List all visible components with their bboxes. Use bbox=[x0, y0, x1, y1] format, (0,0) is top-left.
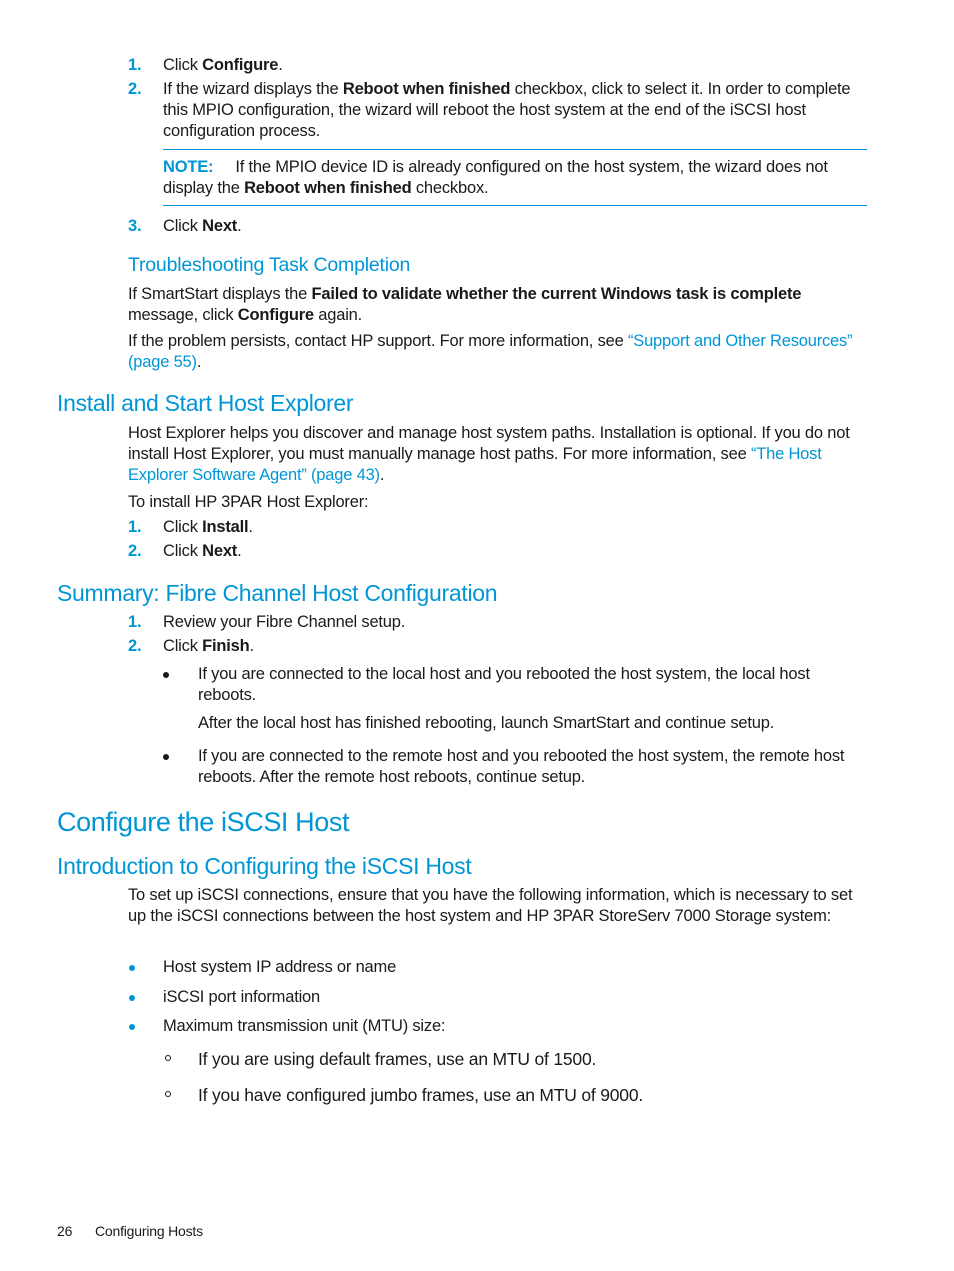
step-text: If the wizard displays the Reboot when f… bbox=[163, 79, 869, 142]
text: . bbox=[379, 466, 385, 484]
bullet-text: If you are connected to the local host a… bbox=[198, 665, 810, 704]
step-text-plain: . bbox=[278, 56, 283, 74]
sub-bullet-icon bbox=[165, 1055, 171, 1061]
step-number: 1. bbox=[128, 613, 142, 631]
ui-term: Next bbox=[202, 542, 238, 560]
step-text-plain: Click bbox=[163, 56, 203, 74]
text: again. bbox=[313, 306, 363, 324]
step-number: 2. bbox=[128, 80, 142, 98]
paragraph: If the problem persists, contact HP supp… bbox=[128, 331, 870, 373]
paragraph: Host Explorer helps you discover and man… bbox=[128, 423, 870, 486]
text: . bbox=[196, 353, 202, 371]
ui-term: Configure bbox=[237, 306, 314, 324]
ui-term: Reboot when finished bbox=[244, 179, 412, 197]
footer-section-title: Configuring Hosts bbox=[95, 1223, 203, 1239]
section-heading: Install and Start Host Explorer bbox=[57, 390, 354, 416]
text: Host Explorer helps you discover and man… bbox=[128, 424, 850, 463]
bullet-icon bbox=[163, 754, 169, 760]
bullet-text: iSCSI port information bbox=[163, 988, 320, 1006]
bullet-text: Host system IP address or name bbox=[163, 958, 397, 976]
text: message, click bbox=[128, 306, 238, 324]
paragraph: If SmartStart displays the Failed to val… bbox=[128, 284, 870, 326]
note-box: NOTE: If the MPIO device ID is already co… bbox=[163, 157, 867, 199]
bullet-icon bbox=[129, 965, 135, 971]
note-top-rule bbox=[163, 149, 867, 150]
ui-term: Install bbox=[202, 518, 249, 536]
step-text-plain: If the wizard displays the bbox=[163, 80, 343, 98]
text: . bbox=[237, 542, 242, 560]
text: Click bbox=[163, 518, 203, 536]
sub-bullet-text: If you have configured jumbo frames, use… bbox=[198, 1085, 644, 1105]
ui-term: Reboot when finished bbox=[342, 80, 511, 98]
sub-bullet-text: If you are using default frames, use an … bbox=[198, 1049, 597, 1069]
step-number: 3. bbox=[128, 217, 142, 235]
step-number: 1. bbox=[128, 518, 142, 536]
step-text-plain: . bbox=[237, 217, 242, 235]
note-text: checkbox. bbox=[411, 179, 489, 197]
bullet-subtext: After the local host has finished reboot… bbox=[198, 714, 775, 732]
page-number: 26 bbox=[57, 1223, 73, 1239]
step-text: Click Next. bbox=[163, 541, 869, 562]
text: . bbox=[248, 518, 253, 536]
ui-term: Next bbox=[202, 217, 238, 235]
note-bottom-rule bbox=[163, 205, 867, 206]
sub-bullet-icon bbox=[165, 1091, 171, 1097]
text: Click bbox=[163, 542, 203, 560]
text: If SmartStart displays the bbox=[128, 285, 312, 303]
bullet-text: Maximum transmission unit (MTU) size: bbox=[163, 1017, 446, 1035]
section-heading: Introduction to Configuring the iSCSI Ho… bbox=[57, 853, 472, 879]
step-text: Click Install. bbox=[163, 517, 869, 538]
chapter-heading: Configure the iSCSI Host bbox=[57, 807, 350, 837]
bullet-icon bbox=[129, 995, 135, 1001]
section-heading: Summary: Fibre Channel Host Configuratio… bbox=[57, 580, 498, 606]
text: Click bbox=[163, 637, 203, 655]
ui-term: Finish bbox=[202, 637, 250, 655]
step-text: Click Configure. bbox=[163, 55, 869, 76]
text: Review your Fibre Channel setup. bbox=[163, 613, 406, 631]
ui-term: Failed to validate whether the current W… bbox=[311, 285, 802, 303]
step-text: Click Finish. bbox=[163, 636, 869, 657]
paragraph: To set up iSCSI connections, ensure that… bbox=[128, 886, 853, 925]
bullet-icon bbox=[129, 1024, 135, 1030]
text: . bbox=[249, 637, 255, 655]
paragraph: To install HP 3PAR Host Explorer: bbox=[128, 493, 369, 511]
step-text: Review your Fibre Channel setup. bbox=[163, 612, 869, 633]
bullet-text: If you are connected to the remote host … bbox=[198, 747, 845, 786]
step-text-plain: Click bbox=[163, 217, 203, 235]
bullet-icon bbox=[163, 672, 169, 678]
ui-term: Configure bbox=[202, 56, 279, 74]
note-label: NOTE: bbox=[163, 158, 214, 176]
text: If the problem persists, contact HP supp… bbox=[128, 332, 628, 350]
subsection-heading: Troubleshooting Task Completion bbox=[128, 254, 411, 276]
step-number: 2. bbox=[128, 542, 142, 560]
step-text: Click Next. bbox=[163, 216, 869, 237]
step-number: 1. bbox=[128, 56, 142, 74]
step-number: 2. bbox=[128, 637, 142, 655]
